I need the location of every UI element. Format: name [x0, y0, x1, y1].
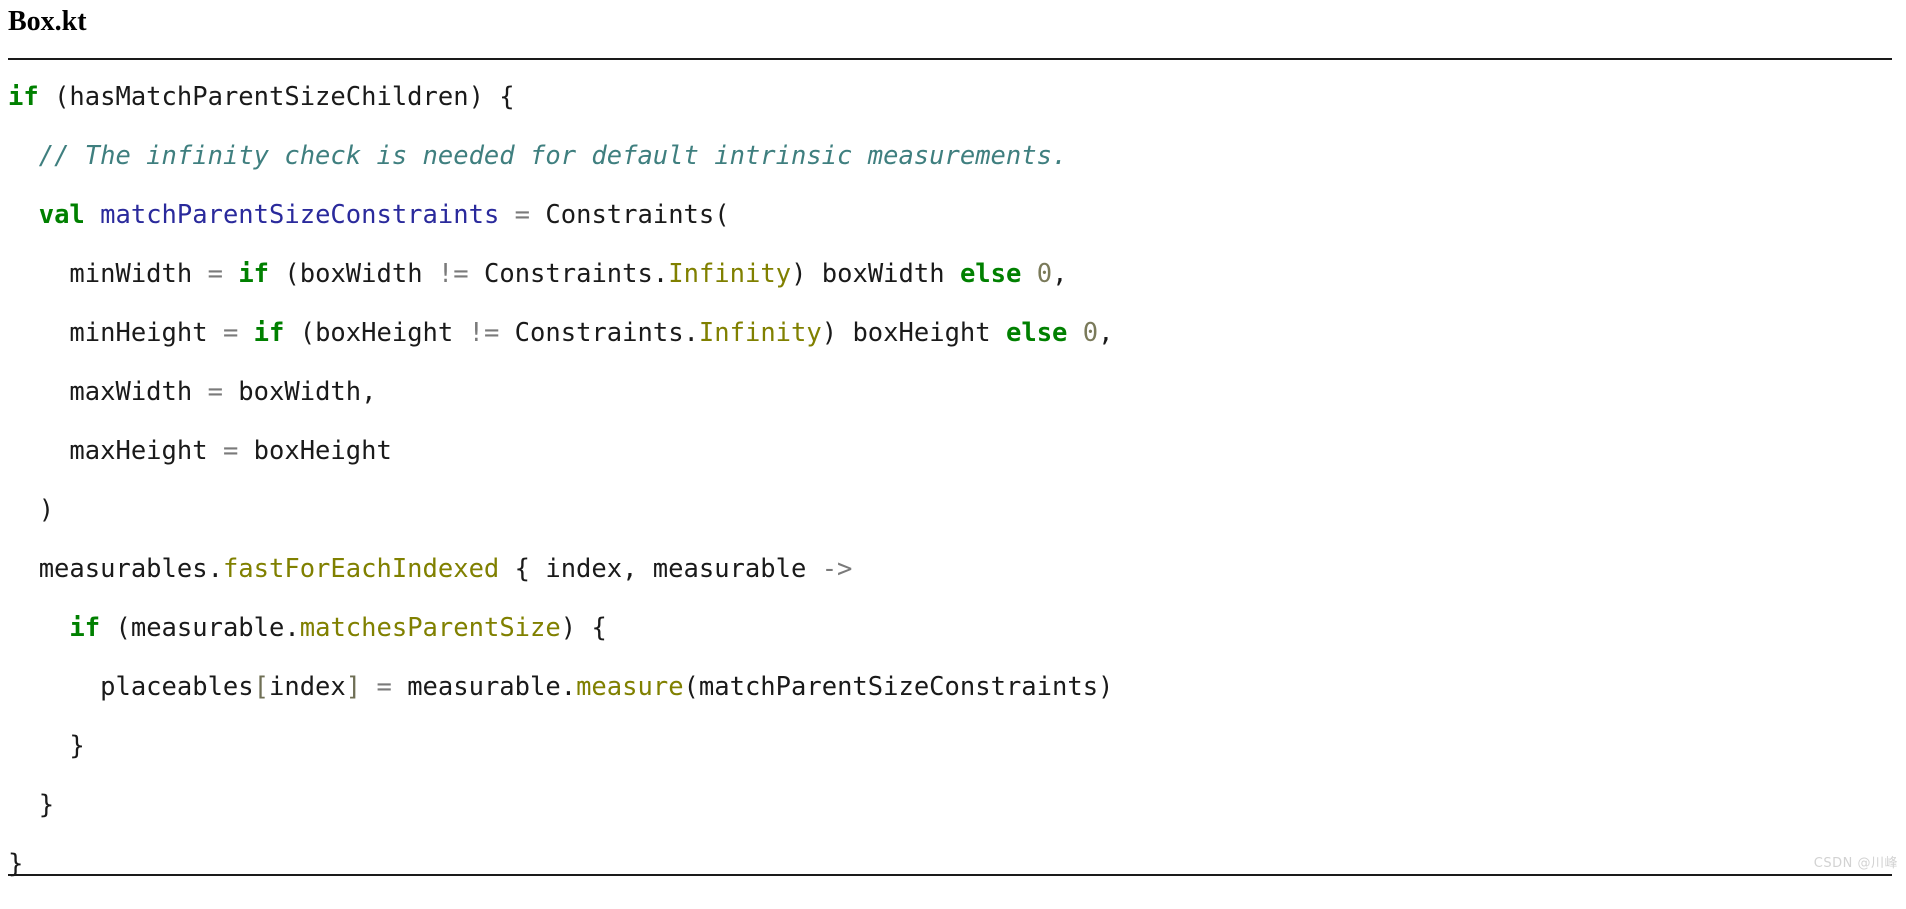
code-token-plain: maxHeight: [8, 436, 223, 466]
code-token-num: 0: [1082, 318, 1099, 348]
code-token-plain: (matchParentSizeConstraints): [683, 672, 1114, 702]
code-token-plain: ): [8, 495, 55, 525]
code-line: ): [8, 481, 1898, 540]
title-bar: Box.kt: [8, 2, 1898, 46]
code-token-plain: }: [8, 790, 55, 820]
code-token-plain: boxHeight: [238, 436, 392, 466]
code-token-plain: index: [269, 672, 346, 702]
code-token-keyword: if: [69, 613, 101, 643]
code-token-plain: (boxWidth: [269, 259, 438, 289]
code-token-num: 0: [1036, 259, 1053, 289]
code-token-op: =: [514, 200, 531, 230]
code-token-plain: }: [8, 731, 85, 761]
code-line: maxWidth = boxWidth,: [8, 363, 1898, 422]
watermark: CSDN @川峰: [1813, 856, 1898, 871]
code-token-keyword: val: [38, 200, 85, 230]
code-token-keyword: if: [253, 318, 285, 348]
code-token-const: Infinity: [668, 259, 792, 289]
code-token-plain: ) boxHeight: [821, 318, 1006, 348]
code-token-plain: boxWidth,: [222, 377, 377, 407]
code-line: maxHeight = boxHeight: [8, 422, 1898, 481]
code-token-plain: ) boxWidth: [791, 259, 960, 289]
code-token-plain: ) {: [560, 613, 607, 643]
code-token-func: fastForEachIndexed: [222, 554, 500, 584]
code-line: measurables.fastForEachIndexed { index, …: [8, 540, 1898, 599]
code-token-keyword: else: [959, 259, 1022, 289]
code-line: // The infinity check is needed for defa…: [8, 127, 1898, 186]
code-token-plain: Constraints.: [468, 259, 669, 289]
code-token-ident: matchParentSizeConstraints: [100, 200, 500, 230]
code-token-op: ->: [821, 554, 853, 584]
code-token-op: !=: [468, 318, 500, 348]
code-token-op: =: [222, 318, 239, 348]
code-token-plain: minHeight: [8, 318, 223, 348]
code-token-func: measure: [576, 672, 684, 702]
page-title: Box.kt: [8, 6, 87, 37]
code-token-plain: (boxHeight: [284, 318, 469, 348]
code-token-keyword: if: [8, 82, 39, 112]
code-listing-page: Box.kt if (hasMatchParentSizeChildren) {…: [0, 0, 1906, 909]
code-token-plain: measurable.: [391, 672, 577, 702]
code-line: }: [8, 835, 1898, 894]
code-token-comment: // The infinity check is needed for defa…: [38, 141, 1068, 171]
code-token-plain: { index, measurable: [499, 554, 822, 584]
code-line: }: [8, 776, 1898, 835]
code-token-op: =: [207, 377, 223, 407]
code-token-bracket: [: [253, 672, 269, 702]
code-line: val matchParentSizeConstraints = Constra…: [8, 186, 1898, 245]
code-token-op: =: [207, 259, 223, 289]
code-token-plain: ,: [1052, 259, 1068, 289]
code-token-op: =: [222, 436, 239, 466]
top-divider: [8, 58, 1892, 60]
code-line: minWidth = if (boxWidth != Constraints.I…: [8, 245, 1898, 304]
code-line: }: [8, 717, 1898, 776]
code-line: if (hasMatchParentSizeChildren) {: [8, 68, 1898, 127]
code-line: placeables[index] = measurable.measure(m…: [8, 658, 1898, 717]
code-token-plain: maxWidth: [8, 377, 208, 407]
code-token-plain: ,: [1098, 318, 1114, 348]
code-token-op: !=: [437, 259, 469, 289]
code-token-op: =: [376, 672, 392, 702]
bottom-divider: [8, 874, 1892, 876]
code-token-plain: Constraints(: [530, 200, 730, 230]
code-token-const: Infinity: [698, 318, 822, 348]
code-token-keyword: else: [1005, 318, 1068, 348]
code-token-keyword: if: [238, 259, 270, 289]
code-token-plain: (measurable.: [100, 613, 300, 643]
code-line: minHeight = if (boxHeight != Constraints…: [8, 304, 1898, 363]
code-token-bracket: ]: [345, 672, 362, 702]
code-token-plain: (hasMatchParentSizeChildren) {: [38, 82, 515, 112]
code-line: if (measurable.matchesParentSize) {: [8, 599, 1898, 658]
code-token-plain: placeables: [8, 672, 254, 702]
code-block: if (hasMatchParentSizeChildren) { // The…: [8, 68, 1898, 879]
code-token-plain: minWidth: [8, 259, 208, 289]
code-token-plain: Constraints.: [499, 318, 699, 348]
code-token-plain: measurables.: [8, 554, 223, 584]
code-token-func: matchesParentSize: [299, 613, 561, 643]
